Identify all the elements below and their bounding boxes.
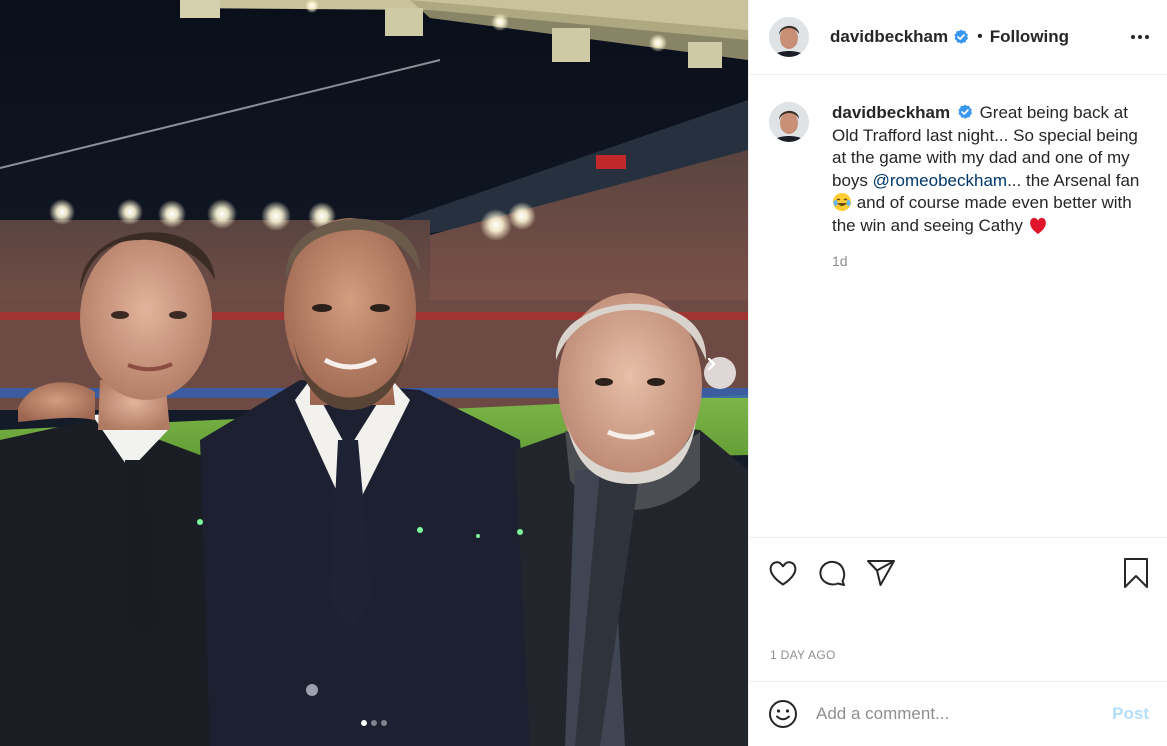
profile-picture bbox=[769, 102, 809, 142]
more-options-button[interactable] bbox=[1131, 35, 1149, 39]
post-sidebar: davidbeckham • Following davidbeckham Gr… bbox=[748, 0, 1167, 746]
carousel-dot bbox=[381, 720, 387, 726]
verified-badge-icon bbox=[954, 29, 969, 44]
avatar[interactable] bbox=[769, 17, 809, 57]
bookmark-icon[interactable] bbox=[1123, 557, 1149, 589]
action-bar bbox=[749, 538, 1167, 608]
following-button[interactable]: Following bbox=[990, 27, 1069, 47]
stadium-photo bbox=[0, 0, 748, 746]
carousel-dot bbox=[361, 720, 367, 726]
post-comment-button[interactable]: Post bbox=[1112, 704, 1149, 724]
smiley-icon[interactable] bbox=[768, 699, 798, 729]
comment-input[interactable] bbox=[816, 704, 1113, 724]
verified-badge-icon bbox=[958, 104, 972, 119]
post-date[interactable]: 1 DAY AGO bbox=[749, 608, 1167, 682]
comment-bubble-icon[interactable] bbox=[817, 558, 847, 588]
more-horizontal-icon bbox=[1131, 35, 1135, 39]
caption-part: ... the Arsenal fan bbox=[1007, 170, 1140, 190]
mention-link[interactable]: @romeobeckham bbox=[873, 171, 1007, 190]
add-comment-form: Post bbox=[749, 682, 1167, 746]
caption-timestamp: 1d bbox=[832, 253, 848, 269]
post-header: davidbeckham • Following bbox=[749, 0, 1167, 75]
comments-section: davidbeckham Great being back at Old Tra… bbox=[749, 75, 1167, 538]
caption-text: davidbeckham Great being back at Old Tra… bbox=[832, 102, 1149, 237]
tears-of-joy-emoji bbox=[833, 193, 851, 211]
caption-part: and of course made even better with the … bbox=[832, 193, 1132, 235]
caption-username[interactable]: davidbeckham bbox=[832, 103, 950, 122]
caption-avatar[interactable] bbox=[769, 102, 809, 142]
paper-plane-icon[interactable] bbox=[866, 559, 896, 587]
caption: davidbeckham Great being back at Old Tra… bbox=[832, 102, 1149, 269]
profile-picture bbox=[769, 17, 809, 57]
instagram-post: davidbeckham • Following davidbeckham Gr… bbox=[0, 0, 1167, 746]
post-photo[interactable] bbox=[0, 0, 748, 746]
carousel-dot bbox=[371, 720, 377, 726]
header-separator: • bbox=[977, 28, 983, 45]
red-heart-emoji bbox=[1029, 217, 1046, 234]
username-link[interactable]: davidbeckham bbox=[830, 27, 948, 47]
carousel-next-button[interactable] bbox=[704, 357, 736, 389]
heart-icon[interactable] bbox=[768, 559, 798, 587]
carousel-indicator bbox=[0, 720, 748, 726]
chevron-right-icon bbox=[707, 357, 716, 371]
